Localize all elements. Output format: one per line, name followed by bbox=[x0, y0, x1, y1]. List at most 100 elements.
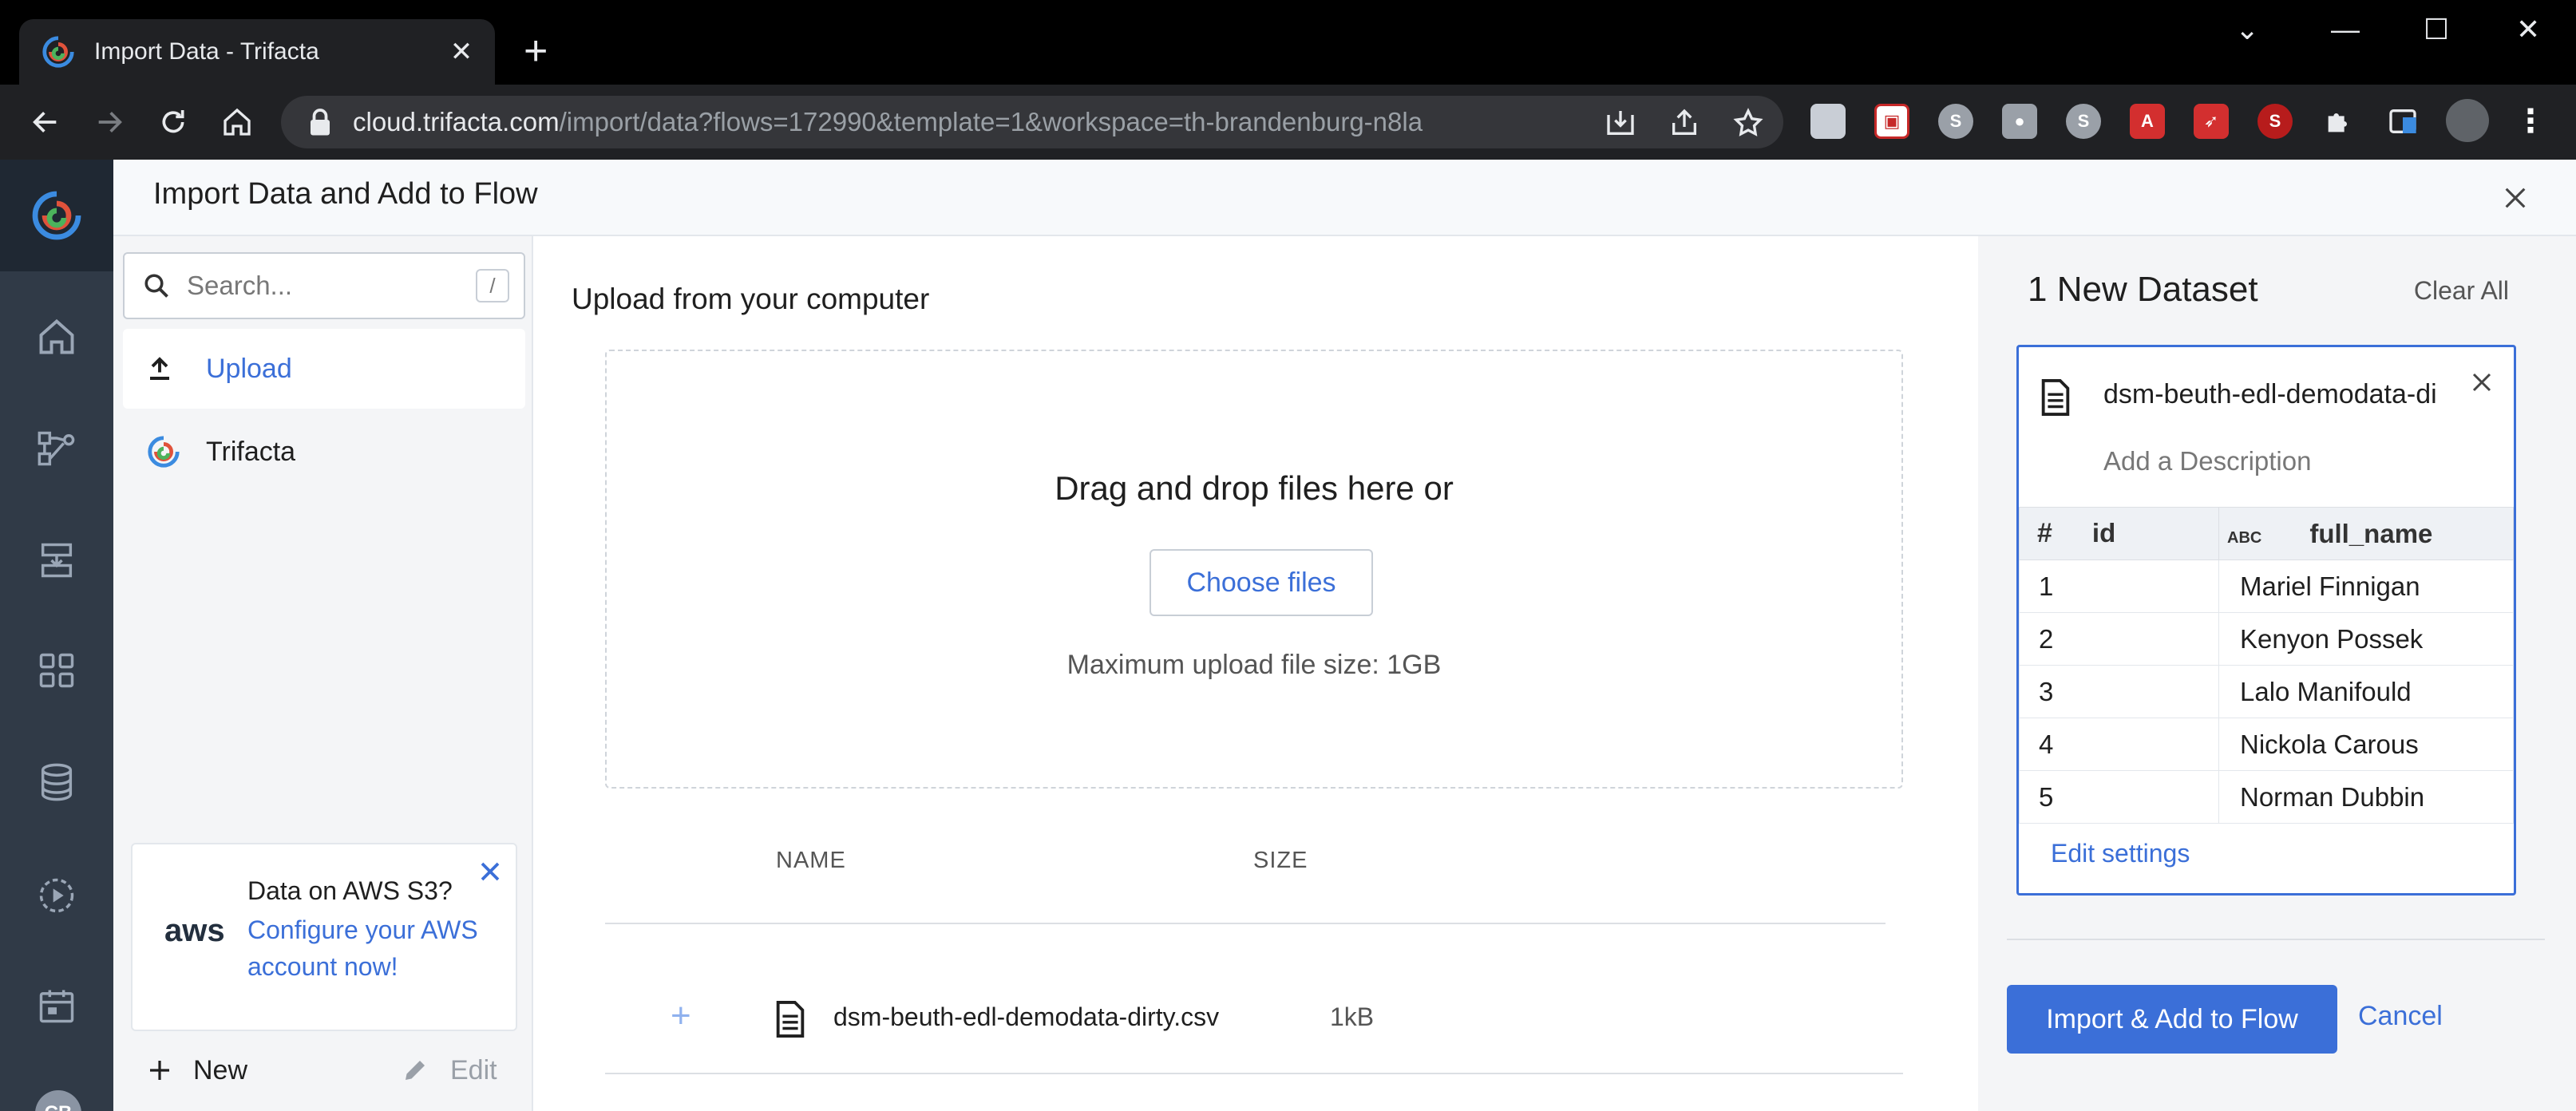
dataset-name-input[interactable]: dsm-beuth-edl-demodata-di bbox=[2103, 379, 2455, 410]
reading-list-icon[interactable] bbox=[2385, 104, 2420, 139]
dialog-title: Import Data and Add to Flow bbox=[153, 177, 538, 211]
profile-avatar-icon[interactable] bbox=[2446, 99, 2489, 142]
table-divider bbox=[605, 923, 1886, 924]
column-name: full_name bbox=[2309, 518, 2433, 548]
cell-id: 2 bbox=[2019, 612, 2219, 666]
dataset-card[interactable]: dsm-beuth-edl-demodata-di Add a Descript… bbox=[2016, 345, 2516, 896]
table-row: 3 Lalo Manifould bbox=[2019, 665, 2514, 718]
document-icon bbox=[2041, 379, 2070, 416]
column-name: id bbox=[2091, 518, 2116, 548]
max-upload-size: Maximum upload file size: 1GB bbox=[1066, 650, 1442, 680]
edit-connection-button[interactable]: Edit bbox=[401, 1055, 497, 1086]
upload-icon bbox=[150, 357, 169, 380]
schedule-nav-icon[interactable] bbox=[30, 979, 84, 1033]
sidebar-footer: New Edit bbox=[113, 1034, 533, 1106]
back-icon[interactable] bbox=[24, 101, 67, 144]
import-add-to-flow-button[interactable]: Import & Add to Flow bbox=[2007, 985, 2337, 1054]
dataset-preview-table: # id ABC full_name 1 Mariel Finnigan 2 K… bbox=[2019, 507, 2514, 824]
new-connection-button[interactable]: New bbox=[147, 1055, 247, 1086]
extension-seo-icon[interactable]: S bbox=[2257, 104, 2293, 139]
extension-cube-icon[interactable] bbox=[1810, 104, 1846, 139]
aws-configure-link[interactable]: Configure your AWS account now! bbox=[247, 911, 503, 985]
tab-title: Import Data - Trifacta bbox=[94, 38, 319, 65]
database-nav-icon[interactable] bbox=[30, 755, 84, 809]
column-header-size: SIZE bbox=[1253, 848, 1308, 873]
home-nav-icon[interactable] bbox=[30, 310, 84, 364]
new-tab-icon[interactable]: + bbox=[524, 30, 548, 72]
bookmark-star-icon[interactable] bbox=[1727, 102, 1769, 144]
maximize-icon[interactable]: ☐ bbox=[2424, 13, 2449, 46]
file-size: 1kB bbox=[1330, 1002, 1375, 1031]
extensions-puzzle-icon[interactable] bbox=[2321, 104, 2356, 139]
browser-menu-icon[interactable]: ⋮ bbox=[2513, 104, 2548, 139]
aws-card-close-icon[interactable] bbox=[474, 856, 506, 888]
jobs-nav-icon[interactable] bbox=[30, 868, 84, 923]
sidebar-item-upload[interactable]: Upload bbox=[123, 329, 525, 409]
column-header-full-name: ABC full_name bbox=[2218, 507, 2514, 560]
new-label: New bbox=[193, 1054, 248, 1085]
trifacta-logo-icon[interactable] bbox=[0, 160, 113, 271]
library-nav-icon[interactable] bbox=[30, 643, 84, 698]
home-icon[interactable] bbox=[216, 101, 259, 144]
extension-rocket-icon[interactable]: ➶ bbox=[2194, 104, 2229, 139]
reload-icon[interactable] bbox=[152, 101, 195, 144]
browser-tab[interactable]: Import Data - Trifacta ✕ bbox=[19, 19, 495, 85]
plans-nav-icon[interactable] bbox=[30, 533, 84, 587]
table-row: 5 Norman Dubbin bbox=[2019, 770, 2514, 824]
choose-files-button[interactable]: Choose files bbox=[1150, 549, 1373, 616]
table-divider bbox=[605, 1073, 1903, 1074]
clear-all-button[interactable]: Clear All bbox=[2414, 276, 2509, 306]
user-avatar[interactable]: CB bbox=[35, 1090, 81, 1111]
lock-icon bbox=[311, 109, 330, 136]
source-sidebar: Search... / Upload Trifacta aws Data on … bbox=[113, 236, 533, 1111]
address-bar[interactable]: cloud.trifacta.com/import/data?flows=172… bbox=[281, 96, 1783, 148]
extension-bulb-icon[interactable]: ● bbox=[2002, 104, 2037, 139]
extension-pdf-icon[interactable]: A bbox=[2130, 104, 2165, 139]
search-icon bbox=[144, 274, 168, 298]
table-row: 4 Nickola Carous bbox=[2019, 718, 2514, 771]
tab-strip: Import Data - Trifacta ✕ + ⌄ — ☐ ✕ bbox=[0, 0, 2576, 85]
dialog-close-icon[interactable] bbox=[2493, 176, 2538, 220]
left-nav: CB bbox=[0, 160, 113, 1111]
upload-main: Upload from your computer Drag and drop … bbox=[533, 236, 1978, 1111]
sidebar-item-label: Upload bbox=[206, 353, 292, 384]
table-row: 1 Mariel Finnigan bbox=[2019, 559, 2514, 613]
edit-settings-link[interactable]: Edit settings bbox=[2051, 839, 2190, 868]
cell-id: 3 bbox=[2019, 665, 2219, 718]
tab-close-icon[interactable]: ✕ bbox=[444, 36, 479, 68]
remove-dataset-icon[interactable] bbox=[2464, 365, 2499, 400]
aws-logo: aws bbox=[164, 913, 225, 948]
extension-s2-icon[interactable]: S bbox=[2066, 104, 2101, 139]
extension-shield-icon[interactable]: ▣ bbox=[1874, 104, 1909, 139]
table-row: + dsm-beuth-edl-demodata-dirty.csv 1kB bbox=[605, 931, 1903, 1074]
new-datasets-panel: 1 New Dataset Clear All dsm-beuth-edl-de… bbox=[1978, 236, 2576, 1111]
window-close-icon[interactable]: ✕ bbox=[2516, 13, 2540, 46]
cancel-button[interactable]: Cancel bbox=[2358, 1001, 2443, 1032]
table-row: 2 Kenyon Possek bbox=[2019, 612, 2514, 666]
file-dropzone[interactable]: Drag and drop files here or Choose files… bbox=[605, 350, 1903, 789]
column-header-id: # id bbox=[2019, 507, 2219, 560]
tab-search-chevron-icon[interactable]: ⌄ bbox=[2235, 13, 2259, 46]
file-name: dsm-beuth-edl-demodata-dirty.csv bbox=[833, 1002, 1220, 1031]
edit-label: Edit bbox=[450, 1054, 497, 1085]
aws-promo-card: aws Data on AWS S3? Configure your AWS a… bbox=[131, 843, 517, 1031]
dataset-description-input[interactable]: Add a Description bbox=[2103, 446, 2311, 476]
extension-s-icon[interactable]: S bbox=[1938, 104, 1973, 139]
flows-nav-icon[interactable] bbox=[30, 421, 84, 476]
cell-full-name: Mariel Finnigan bbox=[2218, 559, 2514, 613]
url-path: /import/data?flows=172990&template=1&wor… bbox=[559, 107, 1423, 136]
trifacta-icon bbox=[148, 436, 180, 468]
minimize-icon[interactable]: — bbox=[2331, 13, 2360, 46]
share-icon[interactable] bbox=[1664, 102, 1705, 144]
forward-icon[interactable] bbox=[88, 101, 131, 144]
browser-chrome: Import Data - Trifacta ✕ + ⌄ — ☐ ✕ cloud… bbox=[0, 0, 2576, 160]
dialog-header: Import Data and Add to Flow bbox=[113, 160, 2576, 236]
new-dataset-count: 1 New Dataset bbox=[2028, 270, 2258, 309]
search-input[interactable]: Search... / bbox=[123, 252, 525, 319]
cell-full-name: Kenyon Possek bbox=[2218, 612, 2514, 666]
sidebar-item-trifacta[interactable]: Trifacta bbox=[123, 412, 525, 492]
trifacta-app: CB Import Data and Add to Flow Search...… bbox=[0, 160, 2576, 1111]
install-app-icon[interactable] bbox=[1600, 102, 1641, 144]
add-file-plus-icon[interactable]: + bbox=[671, 996, 691, 1036]
pencil-icon bbox=[406, 1061, 425, 1080]
